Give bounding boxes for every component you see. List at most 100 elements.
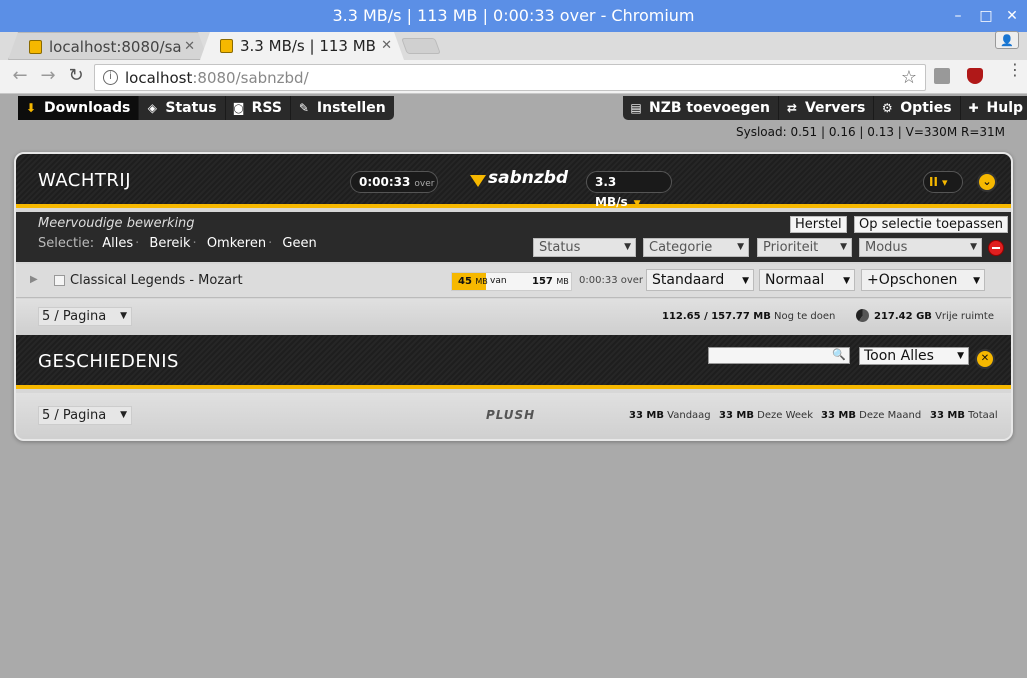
status-filter-select[interactable]: Status bbox=[533, 238, 636, 257]
plush-logo: PLUSH bbox=[486, 408, 536, 422]
tab-active[interactable]: 3.3 MB/s | 113 MB ✕ bbox=[200, 32, 404, 60]
select-range-link[interactable]: Bereik bbox=[149, 236, 190, 251]
back-button[interactable]: ← bbox=[8, 64, 32, 88]
url-host: localhost bbox=[125, 69, 193, 87]
expand-row-icon[interactable]: ▶ bbox=[30, 274, 38, 285]
select-invert-link[interactable]: Omkeren bbox=[207, 236, 266, 251]
purge-history-icon[interactable]: ✕ bbox=[975, 349, 995, 369]
free-space-stat: 217.42 GB Vrije ruimte bbox=[856, 309, 994, 322]
job-category-select[interactable]: Standaard bbox=[646, 269, 754, 291]
close-window-button[interactable]: ✕ bbox=[1001, 0, 1023, 32]
history-footer: 5 / Pagina PLUSH 33 MB Vandaag 33 MB Dez… bbox=[16, 393, 1011, 439]
ublock-icon[interactable] bbox=[967, 68, 983, 84]
progress-total: 157 MB bbox=[532, 273, 569, 290]
pause-icon: II bbox=[929, 175, 938, 189]
main-nav-left: ⬇ Downloads ◈ Status ◙ RSS ✎ Instellen bbox=[18, 96, 394, 120]
history-filter-select[interactable]: Toon Alles bbox=[859, 347, 969, 365]
stat-total: 33 MB Totaal bbox=[930, 410, 998, 421]
progress-done: 45 MB bbox=[458, 273, 488, 290]
time-left-suffix: over bbox=[414, 179, 435, 189]
profile-glyph: 👤 bbox=[1000, 34, 1014, 47]
sabnzbd-logo: sabnzbd bbox=[470, 168, 568, 188]
select-none-link[interactable]: Geen bbox=[282, 236, 316, 251]
browser-toolbar: ← → ↻ i localhost:8080/sabnzbd/ ☆ ⋮ bbox=[0, 60, 1027, 94]
time-left-pill: 0:00:33 over bbox=[350, 171, 438, 193]
refresh-icon: ⇄ bbox=[786, 101, 797, 115]
info-icon[interactable]: i bbox=[103, 70, 118, 85]
job-postprocess-select[interactable]: +Opschonen bbox=[861, 269, 985, 291]
nav-instellen[interactable]: ✎ Instellen bbox=[291, 96, 394, 120]
profile-icon[interactable]: 👤 bbox=[995, 31, 1019, 49]
collapse-queue-icon[interactable]: ⌄ bbox=[977, 172, 997, 192]
tab-localhost[interactable]: localhost:8080/sa ✕ bbox=[8, 32, 208, 60]
select-all-link[interactable]: Alles bbox=[102, 236, 133, 251]
speed-pill[interactable]: 3.3 MB/s ▼ bbox=[586, 171, 672, 209]
history-per-page-select[interactable]: 5 / Pagina bbox=[38, 406, 132, 425]
free-space-label: Vrije ruimte bbox=[935, 311, 994, 322]
tab-close-icon[interactable]: ✕ bbox=[381, 32, 392, 60]
bulk-edit-label: Meervoudige bewerking bbox=[38, 216, 195, 231]
reload-button[interactable]: ↻ bbox=[64, 64, 88, 88]
nav-status[interactable]: ◈ Status bbox=[139, 96, 226, 120]
main-panel: WACHTRIJ 0:00:33 over sabnzbd 3.3 MB/s ▼ I… bbox=[14, 152, 1013, 441]
history-title: GESCHIEDENIS bbox=[38, 351, 179, 372]
logo-text: sabnzbd bbox=[488, 168, 569, 188]
stat-today: 33 MB Vandaag bbox=[629, 410, 711, 421]
tab-strip: localhost:8080/sa ✕ 3.3 MB/s | 113 MB ✕ bbox=[0, 32, 1027, 60]
job-priority-select[interactable]: Normaal bbox=[759, 269, 855, 291]
address-bar[interactable]: i localhost:8080/sabnzbd/ ☆ bbox=[94, 64, 926, 91]
nav-label: Hulp bbox=[986, 100, 1024, 116]
wrench-icon: ✎ bbox=[298, 101, 309, 115]
job-name[interactable]: Classical Legends - Mozart bbox=[70, 273, 243, 288]
pause-button[interactable]: II ▾ bbox=[923, 171, 963, 193]
row-checkbox[interactable] bbox=[54, 275, 65, 286]
new-tab-button[interactable] bbox=[401, 38, 441, 54]
help-icon: ✚ bbox=[968, 101, 979, 115]
history-search-input[interactable]: 🔍 bbox=[708, 347, 850, 364]
tab-label: localhost:8080/sa bbox=[49, 38, 182, 56]
disk-pie-icon bbox=[856, 309, 869, 322]
maximize-button[interactable]: □ bbox=[975, 0, 997, 32]
done-value: 45 bbox=[458, 276, 472, 287]
week-label: Deze Week bbox=[757, 410, 814, 421]
free-space-value: 217.42 GB bbox=[874, 311, 932, 322]
priority-filter-select[interactable]: Prioriteit bbox=[757, 238, 852, 257]
delete-selection-icon[interactable] bbox=[988, 240, 1004, 256]
bookmark-star-icon[interactable]: ☆ bbox=[901, 67, 917, 88]
total-stat-label: Totaal bbox=[968, 410, 998, 421]
minimize-button[interactable]: – bbox=[947, 0, 969, 32]
nav-hulp[interactable]: ✚ Hulp bbox=[961, 96, 1027, 120]
nav-downloads[interactable]: ⬇ Downloads bbox=[18, 96, 140, 120]
url-text[interactable]: localhost:8080/sabnzbd/ bbox=[125, 69, 309, 87]
nav-rss[interactable]: ◙ RSS bbox=[226, 96, 291, 120]
pause-menu-icon: ▾ bbox=[941, 176, 948, 189]
nav-label: Ververs bbox=[804, 100, 866, 116]
queue-per-page-select[interactable]: 5 / Pagina bbox=[38, 307, 132, 326]
mode-filter-select[interactable]: Modus bbox=[859, 238, 982, 257]
sabnzbd-favicon-icon bbox=[29, 40, 42, 54]
remaining-value: 112.65 / 157.77 MB bbox=[662, 311, 771, 322]
total-stat-value: 33 MB bbox=[930, 410, 965, 421]
chrome-menu-icon[interactable]: ⋮ bbox=[1007, 62, 1023, 78]
progress-of: van bbox=[490, 276, 507, 286]
queue-title: WACHTRIJ bbox=[38, 170, 132, 191]
url-path: :8080/sabnzbd/ bbox=[192, 69, 309, 87]
extension-h-icon[interactable] bbox=[934, 68, 950, 84]
gear-icon: ⚙ bbox=[881, 101, 893, 115]
category-filter-select[interactable]: Categorie bbox=[643, 238, 749, 257]
reset-button[interactable]: Herstel bbox=[790, 216, 847, 233]
tab-close-icon[interactable]: ✕ bbox=[184, 33, 195, 60]
progress-bar: 45 MB van 157 MB bbox=[451, 272, 572, 291]
nav-label: NZB toevoegen bbox=[649, 100, 770, 116]
selection-label: Selectie: bbox=[38, 236, 95, 251]
nav-ververs[interactable]: ⇄ Ververs bbox=[779, 96, 875, 120]
queue-row[interactable]: ▶ Classical Legends - Mozart 45 MB van 1… bbox=[16, 264, 1011, 298]
speed-value: 3.3 MB/s bbox=[595, 175, 628, 209]
nav-opties[interactable]: ⚙ Opties bbox=[874, 96, 961, 120]
job-time-left: 0:00:33 over bbox=[579, 275, 644, 286]
nav-label: Opties bbox=[900, 100, 952, 116]
forward-button[interactable]: → bbox=[36, 64, 60, 88]
apply-selection-button[interactable]: Op selectie toepassen bbox=[854, 216, 1009, 233]
nav-nzb-toevoegen[interactable]: ▤ NZB toevoegen bbox=[623, 96, 779, 120]
download-icon: ⬇ bbox=[25, 101, 37, 115]
